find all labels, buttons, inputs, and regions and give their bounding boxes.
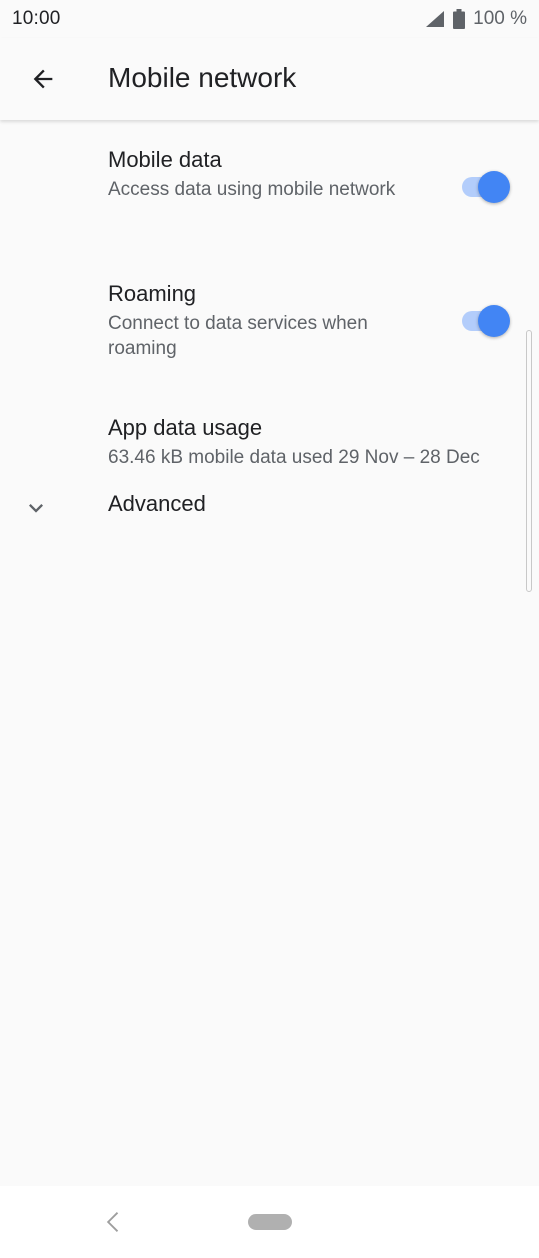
roaming-item[interactable]: Roaming Connect to data services when ro…: [0, 256, 539, 390]
status-bar: 10:00 100 %: [0, 0, 539, 38]
app-data-usage-title: App data usage: [108, 415, 263, 440]
app-data-usage-text: App data usage 63.46 kB mobile data used…: [108, 414, 528, 470]
advanced-title: Advanced: [108, 491, 206, 516]
battery-percent: 100 %: [473, 8, 527, 29]
status-time: 10:00: [12, 8, 61, 29]
nav-home-pill[interactable]: [248, 1214, 292, 1230]
page-title: Mobile network: [108, 62, 297, 93]
mobile-data-summary: Access data using mobile network: [108, 179, 396, 200]
mobile-network-screen: 10:00 100 % Mobile network Mobile data A…: [0, 0, 539, 1258]
app-data-usage-item[interactable]: App data usage 63.46 kB mobile data used…: [0, 390, 539, 476]
mobile-data-item[interactable]: Mobile data Access data using mobile net…: [0, 122, 539, 256]
mobile-data-title: Mobile data: [108, 147, 222, 172]
roaming-text: Roaming Connect to data services when ro…: [108, 280, 428, 361]
mobile-data-text: Mobile data Access data using mobile net…: [108, 146, 398, 202]
roaming-switch[interactable]: [460, 304, 512, 338]
arrow-back-icon: [33, 69, 53, 89]
advanced-item[interactable]: Advanced: [0, 476, 539, 552]
switch-thumb: [478, 171, 510, 203]
back-button[interactable]: [22, 58, 64, 100]
app-bar: Mobile network: [0, 38, 539, 120]
nav-back-icon[interactable]: [100, 1208, 128, 1236]
battery-icon: [453, 9, 466, 29]
advanced-text: Advanced: [108, 476, 206, 542]
roaming-summary: Connect to data services when roaming: [108, 313, 368, 359]
chevron-down-icon: [29, 504, 43, 513]
switch-thumb: [478, 305, 510, 337]
scrollbar[interactable]: [526, 330, 532, 592]
mobile-data-switch[interactable]: [460, 170, 512, 204]
preference-list: Mobile data Access data using mobile net…: [0, 122, 539, 552]
status-icons: 100 %: [425, 8, 527, 30]
signal-icon: [426, 11, 445, 27]
roaming-title: Roaming: [108, 281, 197, 306]
navigation-bar: [0, 1186, 539, 1258]
